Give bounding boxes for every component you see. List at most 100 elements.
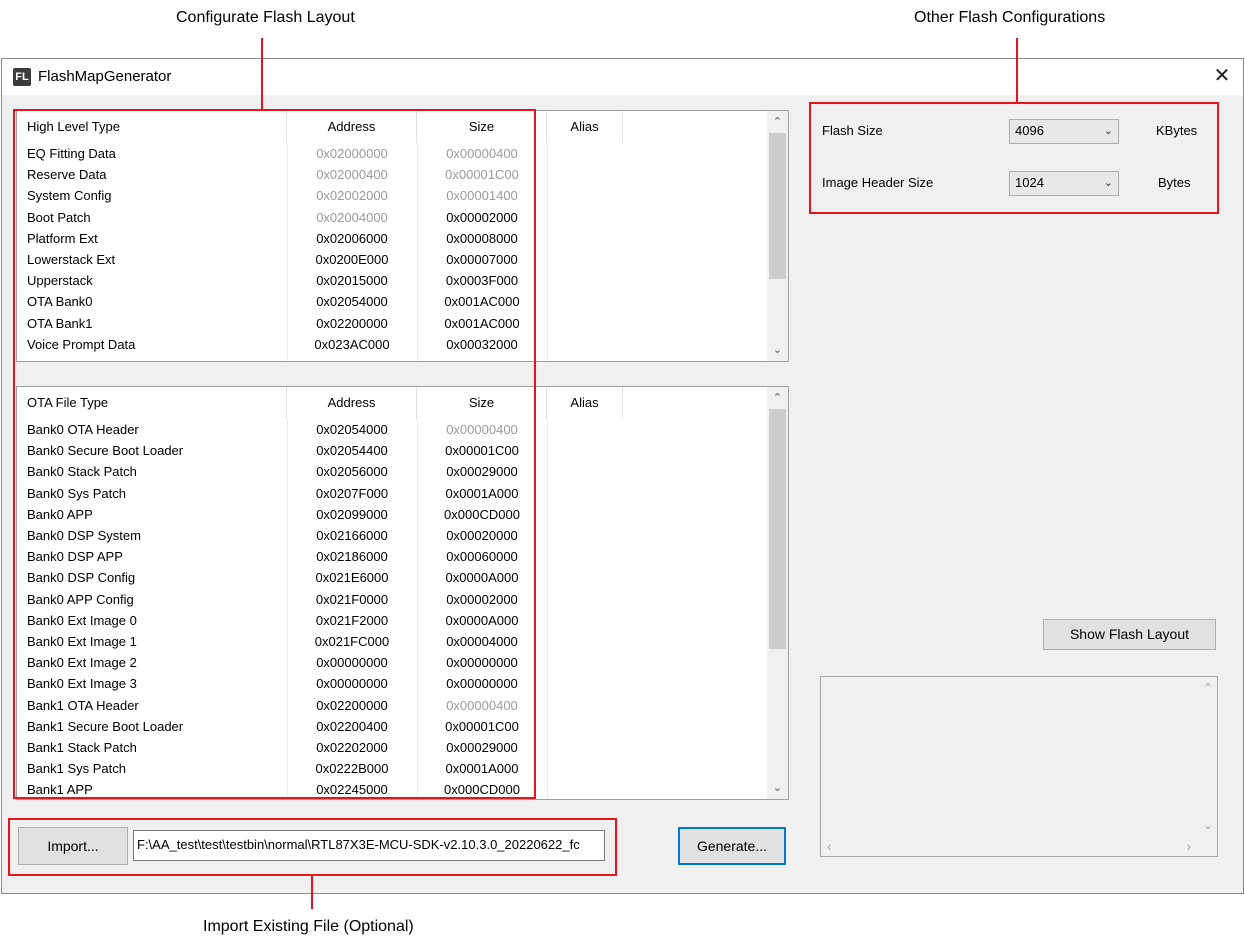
- ota-file-type-grid[interactable]: OTA File Type Address Size Alias Bank0 O…: [16, 386, 789, 800]
- scroll-left-icon[interactable]: ‹: [827, 838, 832, 854]
- col-header-type[interactable]: OTA File Type: [17, 387, 287, 419]
- cell-address[interactable]: 0x02054400: [287, 440, 417, 461]
- output-text-area[interactable]: ⌃ ⌄ ‹ ›: [820, 676, 1218, 857]
- col-header-size[interactable]: Size: [417, 111, 547, 143]
- table-row[interactable]: Bank0 DSP APP 0x02186000 0x00060000: [17, 546, 788, 567]
- close-icon[interactable]: ✕: [1209, 63, 1235, 89]
- scroll-right-icon[interactable]: ›: [1186, 838, 1191, 854]
- col-header-address[interactable]: Address: [287, 111, 417, 143]
- cell-size[interactable]: 0x000CD000: [417, 504, 547, 525]
- cell-address[interactable]: 0x02200400: [287, 716, 417, 737]
- cell-alias[interactable]: [547, 589, 623, 610]
- table-row[interactable]: Platform Ext 0x02006000 0x00008000: [17, 228, 788, 249]
- cell-alias[interactable]: [547, 207, 623, 228]
- cell-alias[interactable]: [547, 716, 623, 737]
- cell-alias[interactable]: [547, 483, 623, 504]
- cell-alias[interactable]: [547, 461, 623, 482]
- table-row[interactable]: Bank0 DSP System 0x02166000 0x00020000: [17, 525, 788, 546]
- table-row[interactable]: Voice Prompt Data 0x023AC000 0x00032000: [17, 334, 788, 355]
- cell-size[interactable]: 0x00000400: [417, 695, 547, 716]
- cell-alias[interactable]: [547, 695, 623, 716]
- cell-size[interactable]: 0x00002000: [417, 207, 547, 228]
- table-row[interactable]: EQ Fitting Data 0x02000000 0x00000400: [17, 143, 788, 164]
- table-row[interactable]: Lowerstack Ext 0x0200E000 0x00007000: [17, 249, 788, 270]
- col-header-size[interactable]: Size: [417, 387, 547, 419]
- table-row[interactable]: Bank0 Ext Image 0 0x021F2000 0x0000A000: [17, 610, 788, 631]
- scroll-down-icon[interactable]: ⌄: [1203, 818, 1213, 832]
- cell-address[interactable]: 0x0200E000: [287, 249, 417, 270]
- cell-address[interactable]: 0x021FC000: [287, 631, 417, 652]
- high-level-vertical-scrollbar[interactable]: ⌃ ⌄: [767, 111, 788, 361]
- table-row[interactable]: Upperstack 0x02015000 0x0003F000: [17, 270, 788, 291]
- cell-address[interactable]: 0x00000000: [287, 673, 417, 694]
- cell-size[interactable]: 0x00001400: [417, 185, 547, 206]
- cell-alias[interactable]: [547, 291, 623, 312]
- cell-size[interactable]: 0x00029000: [417, 737, 547, 758]
- cell-alias[interactable]: [547, 440, 623, 461]
- scroll-down-icon[interactable]: ⌄: [767, 779, 788, 797]
- cell-size[interactable]: 0x00000400: [417, 419, 547, 440]
- col-header-address[interactable]: Address: [287, 387, 417, 419]
- cell-address[interactable]: 0x00000000: [287, 652, 417, 673]
- cell-size[interactable]: 0x00002000: [417, 589, 547, 610]
- cell-alias[interactable]: [547, 673, 623, 694]
- scroll-thumb[interactable]: [769, 409, 786, 649]
- table-row[interactable]: Boot Patch 0x02004000 0x00002000: [17, 207, 788, 228]
- table-row[interactable]: System Config 0x02002000 0x00001400: [17, 185, 788, 206]
- scroll-up-icon[interactable]: ⌃: [767, 389, 788, 407]
- cell-alias[interactable]: [547, 504, 623, 525]
- table-row[interactable]: Bank0 Ext Image 1 0x021FC000 0x00004000: [17, 631, 788, 652]
- cell-address[interactable]: 0x02245000: [287, 779, 417, 799]
- cell-size[interactable]: 0x00001C00: [417, 164, 547, 185]
- table-row[interactable]: Bank1 OTA Header 0x02200000 0x00000400: [17, 695, 788, 716]
- cell-alias[interactable]: [547, 758, 623, 779]
- cell-alias[interactable]: [547, 164, 623, 185]
- cell-size[interactable]: 0x0000A000: [417, 610, 547, 631]
- cell-size[interactable]: 0x0001A000: [417, 758, 547, 779]
- table-row[interactable]: Bank1 Stack Patch 0x02202000 0x00029000: [17, 737, 788, 758]
- table-row[interactable]: Bank0 APP 0x02099000 0x000CD000: [17, 504, 788, 525]
- cell-address[interactable]: 0x021F0000: [287, 589, 417, 610]
- cell-address[interactable]: 0x0222B000: [287, 758, 417, 779]
- cell-size[interactable]: 0x0000A000: [417, 567, 547, 588]
- cell-address[interactable]: 0x02099000: [287, 504, 417, 525]
- cell-size[interactable]: 0x00032000: [417, 334, 547, 355]
- table-row[interactable]: Reserve Data 0x02000400 0x00001C00: [17, 164, 788, 185]
- cell-address[interactable]: 0x02200000: [287, 695, 417, 716]
- table-row[interactable]: Bank1 Secure Boot Loader 0x02200400 0x0000…: [17, 716, 788, 737]
- cell-alias[interactable]: [547, 143, 623, 164]
- table-row[interactable]: Bank0 Ext Image 3 0x00000000 0x00000000: [17, 673, 788, 694]
- col-header-type[interactable]: High Level Type: [17, 111, 287, 143]
- cell-size[interactable]: 0x00001C00: [417, 440, 547, 461]
- cell-address[interactable]: 0x021F2000: [287, 610, 417, 631]
- col-header-alias[interactable]: Alias: [547, 387, 623, 419]
- cell-address[interactable]: 0x02015000: [287, 270, 417, 291]
- table-row[interactable]: OTA Bank1 0x02200000 0x001AC000: [17, 313, 788, 334]
- table-row[interactable]: Bank1 APP 0x02245000 0x000CD000: [17, 779, 788, 799]
- cell-alias[interactable]: [547, 779, 623, 799]
- cell-size[interactable]: 0x00020000: [417, 525, 547, 546]
- cell-address[interactable]: 0x02202000: [287, 737, 417, 758]
- table-row[interactable]: Bank0 APP Config 0x021F0000 0x00002000: [17, 589, 788, 610]
- cell-address[interactable]: 0x021E6000: [287, 567, 417, 588]
- cell-address[interactable]: 0x02000000: [287, 143, 417, 164]
- cell-alias[interactable]: [547, 610, 623, 631]
- cell-alias[interactable]: [547, 334, 623, 355]
- scroll-thumb[interactable]: [769, 133, 786, 279]
- cell-address[interactable]: 0x02166000: [287, 525, 417, 546]
- cell-address[interactable]: 0x02006000: [287, 228, 417, 249]
- cell-size[interactable]: 0x00000400: [417, 143, 547, 164]
- cell-address[interactable]: 0x02054000: [287, 419, 417, 440]
- cell-alias[interactable]: [547, 313, 623, 334]
- table-row[interactable]: Bank0 Sys Patch 0x0207F000 0x0001A000: [17, 483, 788, 504]
- cell-alias[interactable]: [547, 419, 623, 440]
- table-row[interactable]: Bank0 Stack Patch 0x02056000 0x00029000: [17, 461, 788, 482]
- cell-size[interactable]: 0x00060000: [417, 546, 547, 567]
- cell-address[interactable]: 0x02186000: [287, 546, 417, 567]
- cell-size[interactable]: 0x000CD000: [417, 779, 547, 799]
- cell-alias[interactable]: [547, 737, 623, 758]
- show-flash-layout-button[interactable]: Show Flash Layout: [1043, 619, 1216, 650]
- cell-alias[interactable]: [547, 270, 623, 291]
- table-row[interactable]: Bank0 OTA Header 0x02054000 0x00000400: [17, 419, 788, 440]
- ota-vertical-scrollbar[interactable]: ⌃ ⌄: [767, 387, 788, 799]
